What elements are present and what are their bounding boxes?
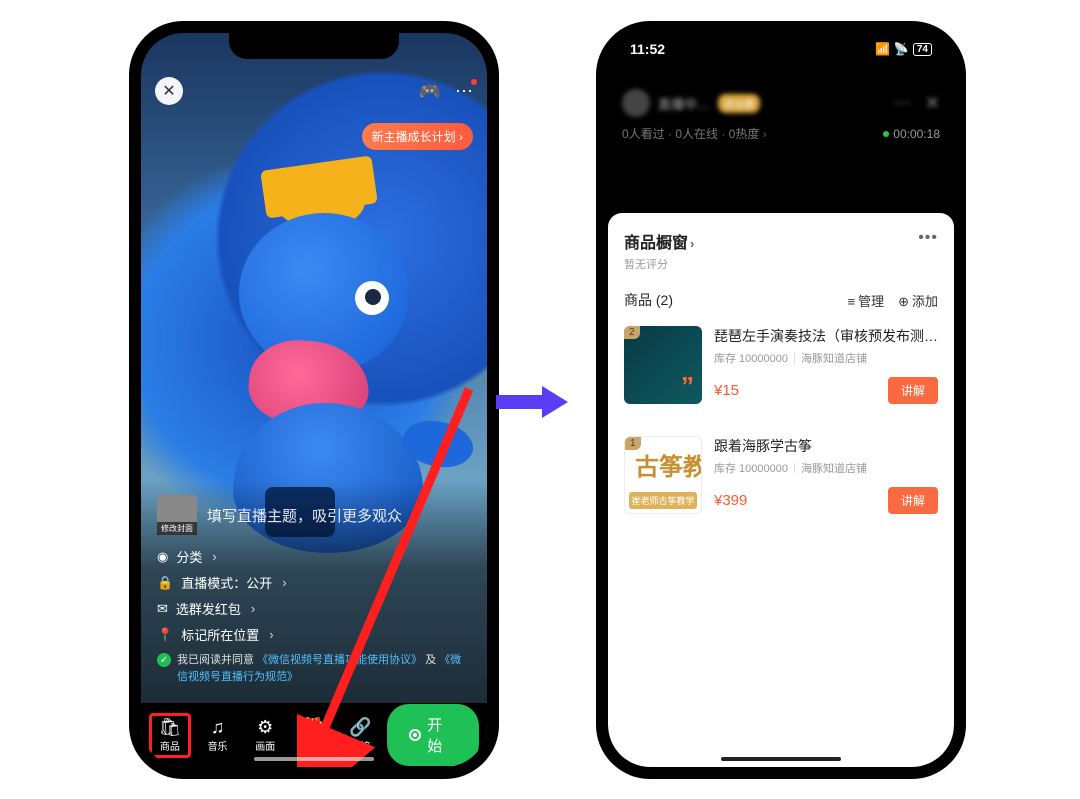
lock-icon: 🔒 [157, 575, 173, 591]
signal-icon: 📶 [875, 42, 890, 56]
manage-button[interactable]: ≡管理 [847, 291, 884, 310]
chevron-right-icon: › [690, 236, 694, 251]
notch [229, 33, 399, 59]
redpacket-row[interactable]: ✉ 选群发红包 › [157, 599, 471, 618]
agreement-link-1[interactable]: 《微信视频号直播功能使用协议》 [257, 654, 422, 666]
cover-thumbnail[interactable]: 修改封面 [157, 495, 197, 535]
location-icon: 📍 [157, 627, 173, 643]
stream-timer: 00:00:18 [883, 127, 940, 141]
sheet-more-icon[interactable]: ••• [918, 229, 938, 247]
annotation-arrow-purple [490, 382, 574, 422]
product-price: ¥15 [714, 382, 739, 399]
more-icon[interactable]: ⋯ [893, 93, 911, 114]
wifi-icon: 📡 [894, 42, 909, 56]
explain-button[interactable]: 讲解 [888, 487, 938, 514]
status-badge: 拼台赛 [718, 94, 760, 113]
product-title[interactable]: 跟着海豚学古筝 [714, 436, 938, 456]
product-sheet: 商品橱窗› 暂无评分 ••• 商品 (2) ≡管理 ⊕添加 2 [608, 213, 954, 767]
list-icon: ≡ [847, 294, 855, 309]
location-row[interactable]: 📍 标记所在位置 › [157, 625, 471, 644]
game-icon[interactable]: 🎮 [419, 81, 441, 102]
live-info-panel: 修改封面 填写直播主题，吸引更多观众 ◉ 分类 › 🔒 直播模式：公开 › ✉ … [141, 481, 487, 703]
consent-row[interactable]: ✓ 我已阅读并同意 《微信视频号直播功能使用协议》 及 《微信视频号直播行为规范… [157, 652, 471, 685]
chevron-right-icon: › [269, 627, 273, 642]
streamer-name: 直播中… [658, 94, 710, 113]
home-indicator [254, 757, 374, 761]
growth-banner[interactable]: 新主播成长计划 › [362, 123, 473, 150]
check-icon[interactable]: ✓ [157, 653, 171, 667]
product-row: 2 琵琶左手演奏技法（审核预发布测… 库存 10000000 海豚知道店铺 ¥1… [624, 310, 938, 420]
product-meta: 库存 10000000 海豚知道店铺 [714, 350, 938, 366]
music-icon: ♫ [211, 718, 225, 736]
live-topbar: ✕ 🎮 ⋯ [155, 77, 473, 105]
toolbar-item-goods[interactable]: 🛍 商品 [149, 713, 191, 758]
bag-icon: 🛍 [158, 718, 181, 736]
more-icon[interactable]: ⋯ [455, 81, 473, 102]
sheet-subtitle: 暂无评分 [624, 256, 694, 272]
cover-preview-image [179, 153, 459, 513]
toolbar-item-link[interactable]: 🔗 链接 [340, 718, 382, 753]
record-icon [409, 729, 421, 741]
category-icon: ◉ [157, 549, 168, 565]
home-indicator [721, 757, 841, 761]
stream-stats[interactable]: 0人看过 · 0人在线 · 0热度 › [622, 125, 767, 142]
product-sheet-screen: 11:52 📶 📡 74 直播中… 拼台赛 ⋯ ✕ 0人看过 · 0人在线 · … [608, 33, 954, 767]
battery-icon: 74 [913, 43, 932, 56]
status-time: 11:52 [630, 41, 665, 57]
product-row: 1 古筝教 崔老师古筝教学 跟着海豚学古筝 库存 10000000 海豚知道店铺… [624, 420, 938, 530]
toolbar-item-picture[interactable]: ⚙ 画面 [244, 718, 286, 753]
stream-header: 直播中… 拼台赛 ⋯ ✕ 0人看过 · 0人在线 · 0热度 › 00:00:1… [608, 81, 954, 150]
redpacket-icon: ✉ [157, 601, 168, 617]
product-count-label: 商品 (2) [624, 290, 673, 310]
phone-right: 11:52 📶 📡 74 直播中… 拼台赛 ⋯ ✕ 0人看过 · 0人在线 · … [596, 21, 966, 779]
cover-thumb-label: 修改封面 [157, 522, 197, 535]
phone-left: ✕ 🎮 ⋯ 新主播成长计划 › 修改封面 填写直播主题，吸引更多观众 ◉ 分类 [129, 21, 499, 779]
avatar[interactable] [622, 89, 650, 117]
notch [696, 33, 866, 59]
gift-icon: 🎁 [302, 718, 324, 736]
mode-row[interactable]: 🔒 直播模式：公开 › [157, 573, 471, 592]
chevron-right-icon: › [212, 549, 216, 564]
product-thumbnail[interactable]: 2 [624, 326, 702, 404]
plus-circle-icon: ⊕ [898, 294, 909, 309]
sheet-title[interactable]: 商品橱窗› [624, 229, 694, 253]
chevron-right-icon: › [282, 575, 286, 590]
sliders-icon: ⚙ [257, 718, 273, 736]
product-title[interactable]: 琵琶左手演奏技法（审核预发布测… [714, 326, 938, 346]
explain-button[interactable]: 讲解 [888, 377, 938, 404]
close-icon[interactable]: ✕ [155, 77, 183, 105]
product-price: ¥399 [714, 492, 747, 509]
product-meta: 库存 10000000 海豚知道店铺 [714, 460, 938, 476]
category-row[interactable]: ◉ 分类 › [157, 547, 471, 566]
toolbar-item-lottery[interactable]: 🎁 抽奖 [292, 718, 334, 753]
chevron-right-icon: › [251, 601, 255, 616]
live-setup-screen: ✕ 🎮 ⋯ 新主播成长计划 › 修改封面 填写直播主题，吸引更多观众 ◉ 分类 [141, 33, 487, 767]
start-live-button[interactable]: 开始 [387, 704, 479, 766]
add-button[interactable]: ⊕添加 [898, 291, 938, 310]
link-icon: 🔗 [349, 718, 371, 736]
toolbar-item-music[interactable]: ♫ 音乐 [197, 718, 239, 753]
rank-badge: 2 [624, 326, 640, 339]
close-icon[interactable]: ✕ [925, 93, 940, 114]
product-thumbnail[interactable]: 1 古筝教 崔老师古筝教学 [624, 436, 702, 514]
stream-title-input[interactable]: 填写直播主题，吸引更多观众 [207, 505, 402, 526]
